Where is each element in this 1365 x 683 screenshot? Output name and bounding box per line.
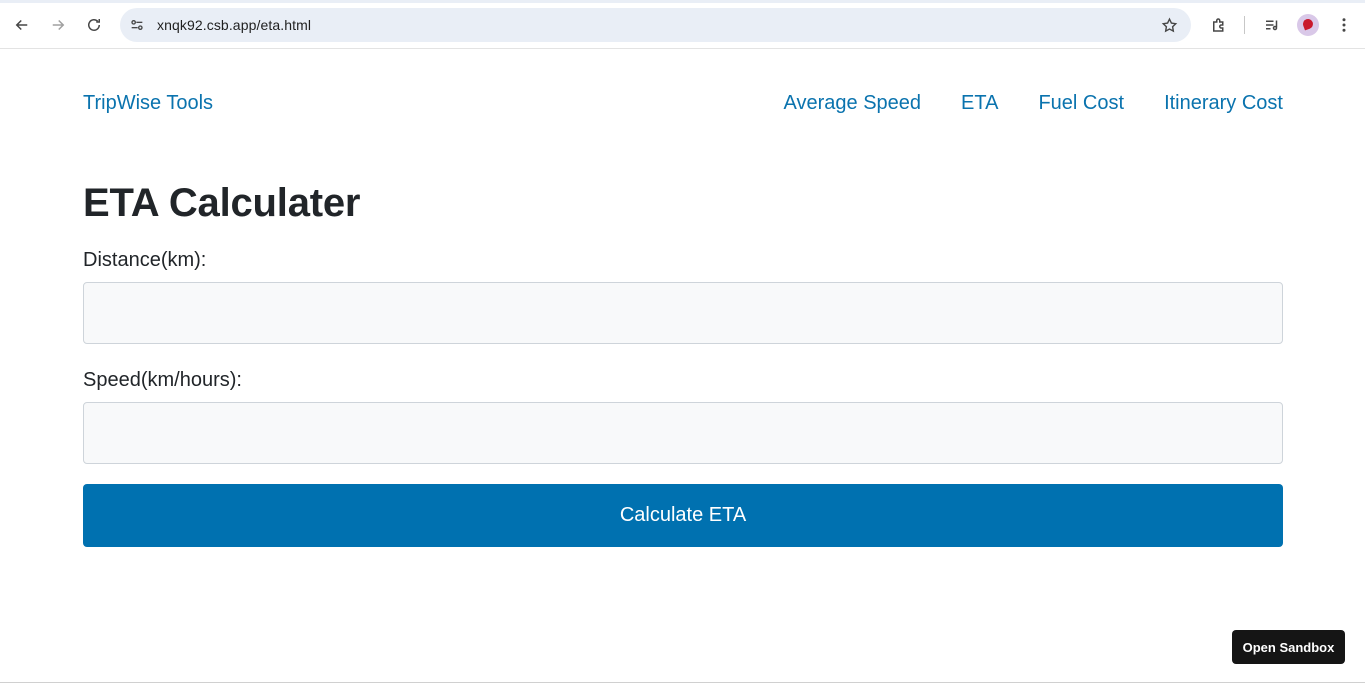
address-bar[interactable]: xnqk92.csb.app/eta.html bbox=[120, 8, 1191, 42]
open-sandbox-button[interactable]: Open Sandbox bbox=[1232, 630, 1345, 664]
url-text[interactable]: xnqk92.csb.app/eta.html bbox=[157, 17, 311, 33]
main-container: TripWise Tools Average Speed ETA Fuel Co… bbox=[83, 49, 1283, 547]
page-content: TripWise Tools Average Speed ETA Fuel Co… bbox=[0, 49, 1365, 683]
media-control-icon[interactable] bbox=[1258, 11, 1286, 39]
toolbar-divider bbox=[1244, 16, 1245, 34]
forward-icon[interactable] bbox=[44, 11, 72, 39]
nav-link-fuel-cost[interactable]: Fuel Cost bbox=[1038, 92, 1124, 115]
menu-kebab-icon[interactable] bbox=[1330, 11, 1358, 39]
profile-avatar[interactable] bbox=[1297, 14, 1319, 36]
nav-link-average-speed[interactable]: Average Speed bbox=[784, 92, 922, 115]
page-title: ETA Calculater bbox=[83, 181, 361, 225]
site-info-icon[interactable] bbox=[124, 12, 150, 38]
nav-link-eta[interactable]: ETA bbox=[961, 92, 998, 115]
browser-toolbar: xnqk92.csb.app/eta.html bbox=[0, 0, 1365, 49]
bookmark-star-icon[interactable] bbox=[1157, 13, 1181, 37]
reload-icon[interactable] bbox=[80, 11, 108, 39]
extensions-icon[interactable] bbox=[1205, 11, 1233, 39]
speed-label: Speed(km/hours): bbox=[83, 369, 242, 391]
distance-label: Distance(km): bbox=[83, 249, 207, 271]
site-navbar: TripWise Tools Average Speed ETA Fuel Co… bbox=[83, 49, 1283, 161]
speed-input[interactable] bbox=[83, 402, 1283, 464]
distance-input[interactable] bbox=[83, 282, 1283, 344]
tab-strip-edge bbox=[0, 0, 1365, 3]
nav-link-itinerary-cost[interactable]: Itinerary Cost bbox=[1164, 92, 1283, 115]
back-icon[interactable] bbox=[8, 11, 36, 39]
brand-link[interactable]: TripWise Tools bbox=[83, 92, 213, 115]
nav-links: Average Speed ETA Fuel Cost Itinerary Co… bbox=[784, 92, 1283, 115]
calculate-eta-button[interactable]: Calculate ETA bbox=[83, 484, 1283, 547]
